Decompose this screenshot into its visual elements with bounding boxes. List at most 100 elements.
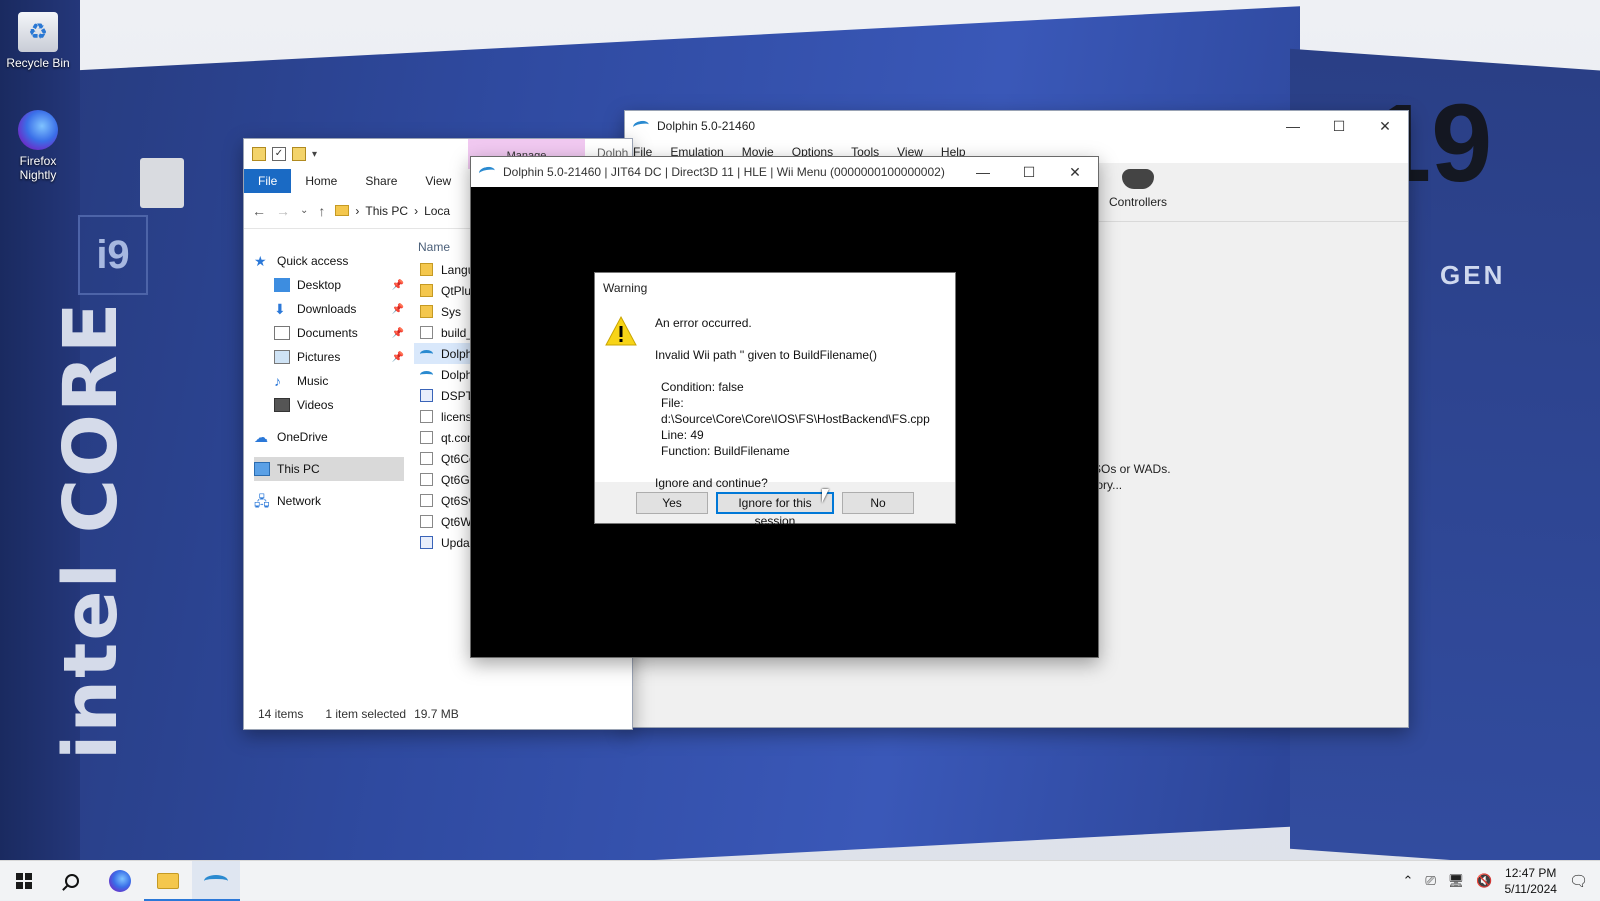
file-name: Updat — [441, 535, 474, 550]
notifications-icon[interactable]: 🗨 — [1569, 872, 1588, 890]
tab-home[interactable]: Home — [291, 169, 351, 193]
tab-view[interactable]: View — [411, 169, 465, 193]
search-button[interactable] — [48, 861, 96, 901]
taskbar-dolphin[interactable] — [192, 860, 240, 901]
pin-icon[interactable]: 📌 — [392, 352, 404, 363]
meet-now-icon[interactable]: ⎚ — [1425, 873, 1435, 889]
selection-size: 19.7 MB — [414, 707, 459, 721]
system-tray: ⌃ ⎚ 🖥 🔇 12:47 PM 5/11/2024 🗨 — [1402, 865, 1600, 897]
pictures-icon — [274, 350, 290, 364]
clock-date: 5/11/2024 — [1504, 881, 1557, 896]
folder-icon — [420, 263, 433, 276]
pin-icon[interactable]: 📌 — [392, 280, 404, 291]
sidebar-item-videos[interactable]: Videos — [254, 393, 404, 417]
cloud-icon: ☁ — [254, 429, 268, 445]
sidebar-item-network[interactable]: 🖧 Network — [254, 489, 404, 513]
item-count: 14 items — [258, 707, 304, 721]
desktop-icon-recycle-bin[interactable]: ♻ Recycle Bin — [0, 12, 76, 70]
window-title: Dolphin 5.0-21460 | JIT64 DC | Direct3D … — [503, 165, 945, 179]
close-button[interactable]: ✕ — [1362, 111, 1408, 141]
pin-icon[interactable]: 📌 — [392, 304, 404, 315]
close-button[interactable]: ✕ — [1052, 157, 1098, 187]
taskbar-firefox[interactable] — [96, 861, 144, 901]
sidebar-item-label: Downloads — [297, 302, 357, 316]
sidebar-item-label: OneDrive — [277, 430, 328, 444]
chevron-down-icon[interactable]: ▾ — [312, 149, 317, 160]
render-titlebar[interactable]: Dolphin 5.0-21460 | JIT64 DC | Direct3D … — [471, 157, 1098, 187]
hint-line-1: SOs or WADs. — [1093, 462, 1171, 476]
taskbar-file-explorer[interactable] — [144, 861, 192, 901]
hint-line-2: tory... — [1093, 478, 1123, 492]
dolphin-icon — [478, 165, 496, 179]
error-file: File: d:\Source\Core\Core\IOS\FS\HostBac… — [661, 396, 930, 426]
network-icon[interactable]: 🖥 — [1448, 873, 1465, 889]
sidebar-item-documents[interactable]: Documents 📌 — [254, 321, 404, 345]
error-condition: Condition: false — [661, 380, 744, 394]
properties-icon[interactable]: ✓ — [272, 147, 286, 161]
folder-icon — [420, 284, 433, 297]
warning-dialog: Warning An error occurred. Invalid Wii p… — [594, 272, 956, 528]
application-icon — [420, 389, 433, 402]
no-button[interactable]: No — [842, 492, 914, 514]
minimize-button[interactable]: — — [960, 157, 1006, 187]
recent-chevron-icon[interactable]: ⌄ — [300, 205, 308, 216]
yes-button[interactable]: Yes — [636, 492, 708, 514]
document-icon — [420, 431, 433, 444]
sidebar-item-downloads[interactable]: ⬇ Downloads 📌 — [254, 297, 404, 321]
chevron-up-icon[interactable]: ⌃ — [1402, 873, 1413, 889]
sidebar-item-quick-access[interactable]: ★ Quick access — [254, 249, 404, 273]
download-arrow-icon: ⬇ — [274, 301, 286, 317]
clock[interactable]: 12:47 PM 5/11/2024 — [1504, 865, 1557, 897]
window-title: Dolphin 5.0-21460 — [657, 119, 756, 133]
breadcrumb[interactable]: › This PC › Loca — [335, 204, 450, 218]
maximize-button[interactable]: ☐ — [1006, 157, 1052, 187]
chevron-right-icon: › — [355, 203, 360, 218]
dll-icon — [420, 452, 433, 465]
pin-icon[interactable]: 📌 — [392, 328, 404, 339]
ignore-session-button[interactable]: Ignore for this session — [716, 492, 834, 528]
start-button[interactable] — [0, 861, 48, 901]
new-folder-icon[interactable] — [292, 147, 306, 161]
error-detail: Invalid Wii path '' given to BuildFilena… — [655, 348, 878, 362]
minimize-button[interactable]: — — [1270, 111, 1316, 141]
up-arrow-icon[interactable]: ↑ — [318, 203, 325, 219]
search-icon — [65, 873, 79, 888]
documents-icon — [274, 326, 290, 340]
dolphin-icon — [420, 349, 433, 358]
dialog-body: An error occurred. Invalid Wii path '' g… — [595, 303, 955, 490]
file-name: Sys — [441, 304, 462, 319]
file-name: qt.con — [441, 430, 474, 445]
sidebar-item-onedrive[interactable]: ☁ OneDrive — [254, 425, 404, 449]
tab-file[interactable]: File — [244, 169, 292, 193]
speaker-muted-icon[interactable]: 🔇 — [1476, 873, 1492, 889]
sidebar-item-music[interactable]: ♪ Music — [254, 369, 404, 393]
controllers-button[interactable]: Controllers — [1103, 169, 1173, 209]
breadcrumb-this-pc[interactable]: This PC — [365, 204, 408, 218]
dll-icon — [420, 494, 433, 507]
game-list-hint[interactable]: SOs or WADs. tory... — [1093, 461, 1171, 493]
dolphin-main-titlebar[interactable]: Dolphin 5.0-21460 — ☐ ✕ — [625, 111, 1408, 141]
breadcrumb-local[interactable]: Loca — [424, 204, 450, 218]
back-arrow-icon[interactable]: ← — [252, 203, 266, 219]
selection-count: 1 item selected — [325, 707, 407, 721]
star-icon: ★ — [254, 253, 267, 269]
maximize-button[interactable]: ☐ — [1316, 111, 1362, 141]
computer-icon — [254, 462, 270, 476]
sidebar-item-desktop[interactable]: Desktop 📌 — [254, 273, 404, 297]
desktop-icon — [274, 278, 290, 292]
sidebar-item-label: Music — [297, 374, 329, 388]
desktop-icon-firefox-nightly[interactable]: Firefox Nightly — [0, 110, 76, 182]
document-icon — [420, 410, 433, 423]
wallpaper-chip — [140, 158, 184, 208]
wallpaper-model: i9 — [78, 215, 148, 295]
forward-arrow-icon[interactable]: → — [276, 203, 290, 219]
tab-share[interactable]: Share — [351, 169, 411, 193]
desktop-icon-label: Firefox Nightly — [19, 154, 57, 182]
folder-icon — [157, 872, 179, 889]
sidebar-item-pictures[interactable]: Pictures 📌 — [254, 345, 404, 369]
sidebar-item-label: Quick access — [277, 254, 349, 268]
sidebar-item-this-pc[interactable]: This PC — [254, 457, 404, 481]
sidebar-item-label: Videos — [297, 398, 334, 412]
music-note-icon: ♪ — [274, 373, 281, 389]
clock-time: 12:47 PM — [1505, 865, 1557, 880]
